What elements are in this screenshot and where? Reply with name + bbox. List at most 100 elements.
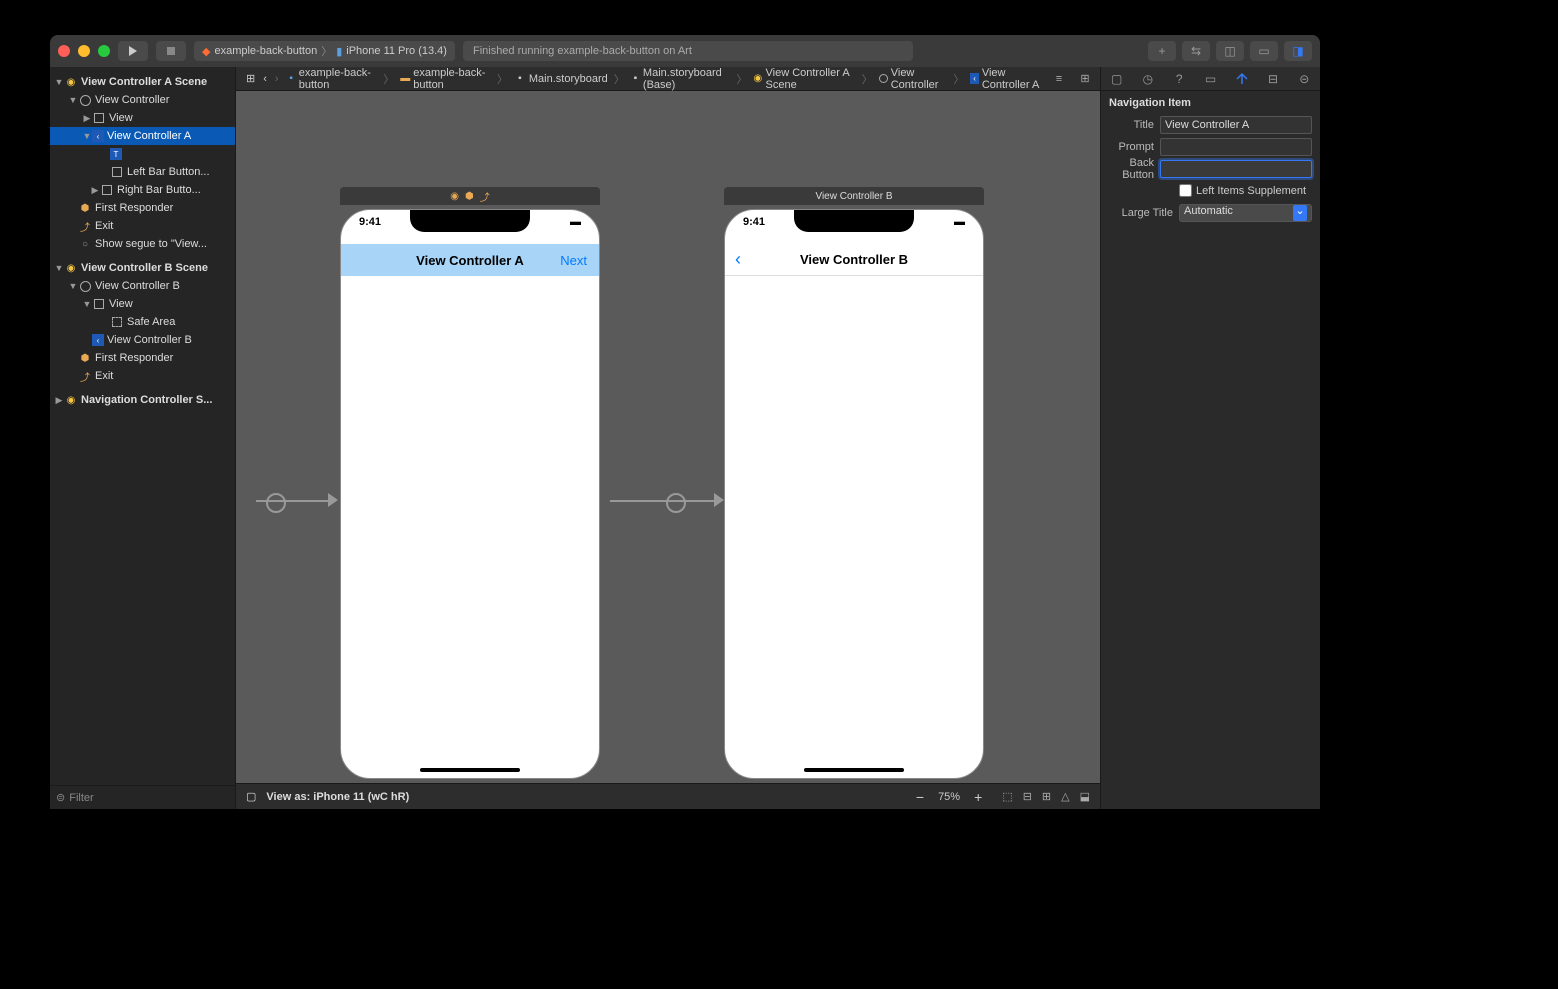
back-chevron-icon[interactable]: ‹: [735, 249, 741, 270]
minimize-window-button[interactable]: [78, 45, 90, 57]
library-button[interactable]: +: [1148, 41, 1176, 61]
traffic-lights: [58, 45, 110, 57]
outline-exit-b[interactable]: ⤴Exit: [50, 367, 235, 385]
device-icon: ▮: [336, 45, 342, 58]
resolve-button[interactable]: △: [1061, 790, 1069, 803]
outline-vc-b[interactable]: ▼View Controller B: [50, 277, 235, 295]
breadcrumb-navitem[interactable]: ‹View Controller A: [966, 67, 1050, 91]
zoom-window-button[interactable]: [98, 45, 110, 57]
largetitle-select[interactable]: Automatic: [1179, 204, 1312, 222]
toggle-inspector-button[interactable]: ◨: [1284, 41, 1312, 61]
outline-view-b[interactable]: ▼View: [50, 295, 235, 313]
toggle-navigator-button[interactable]: ◫: [1216, 41, 1244, 61]
navitem-icon: ‹: [92, 334, 104, 346]
scheme-selector[interactable]: ◆ example-back-button 〉 ▮ iPhone 11 Pro …: [194, 41, 455, 61]
pin-button[interactable]: ⊞: [1042, 790, 1051, 803]
view-icon: [92, 297, 106, 311]
file-icon: ▪: [287, 73, 296, 85]
breadcrumb-vc[interactable]: View Controller: [875, 67, 952, 91]
outline-view-a[interactable]: ▶View: [50, 109, 235, 127]
outline-leftbar[interactable]: Left Bar Button...: [50, 163, 235, 181]
outline-segue[interactable]: ○Show segue to "View...: [50, 235, 235, 253]
leftitems-label: Left Items Supplement: [1196, 185, 1306, 197]
storyboard-icon: ▪: [631, 73, 640, 85]
outline-filter[interactable]: ⊜ Filter: [50, 785, 235, 809]
outline-firstresponder-a[interactable]: ⬢First Responder: [50, 199, 235, 217]
connections-inspector-tab[interactable]: ⊝: [1295, 70, 1313, 88]
scene-dock-a[interactable]: ◉ ⬢ ⤴: [340, 187, 600, 205]
size-inspector-tab[interactable]: ⊟: [1264, 70, 1282, 88]
next-button[interactable]: Next: [560, 253, 587, 268]
related-items-button[interactable]: ⊞: [242, 72, 259, 85]
file-inspector-tab[interactable]: ▢: [1108, 70, 1126, 88]
scene-icon: ◉: [753, 73, 762, 85]
firstresponder-dock-icon[interactable]: ⬢: [465, 191, 474, 202]
scheme-project: example-back-button: [214, 45, 317, 57]
exit-icon: ⤴: [78, 369, 92, 383]
battery-icon: ▬: [570, 216, 581, 232]
outline-scene-b[interactable]: ▼◉View Controller B Scene: [50, 259, 235, 277]
breadcrumb-storyboard-base[interactable]: ▪Main.storyboard (Base): [627, 67, 735, 91]
nav-title-a[interactable]: View Controller A: [416, 253, 524, 268]
navitem-icon: ‹: [92, 130, 104, 142]
filter-icon: ⊜: [56, 791, 65, 804]
outline-title-item[interactable]: T: [50, 145, 235, 163]
segue-circle-icon: [666, 493, 686, 513]
navigation-bar-a[interactable]: View Controller A Next: [341, 244, 599, 276]
breadcrumb-scene[interactable]: ◉View Controller A Scene: [749, 67, 859, 91]
adjust-editor-button[interactable]: ≡: [1050, 70, 1068, 88]
outline-vc-a[interactable]: ▼View Controller: [50, 91, 235, 109]
outline-scene-nav[interactable]: ▶◉Navigation Controller S...: [50, 391, 235, 409]
embed-button[interactable]: ⬚: [1002, 790, 1012, 803]
breadcrumb-folder[interactable]: ▬example-back-button: [396, 67, 495, 91]
embed-in-button[interactable]: ⬓: [1080, 790, 1090, 803]
exit-dock-icon[interactable]: ⤴: [480, 189, 490, 204]
viewcontroller-a-canvas[interactable]: ◉ ⬢ ⤴ 9:41 ▬ View Controller A Next: [340, 187, 600, 777]
add-editor-button[interactable]: ⊞: [1076, 70, 1094, 88]
forward-button[interactable]: ›: [271, 73, 283, 85]
help-inspector-tab[interactable]: ?: [1170, 70, 1188, 88]
exit-icon: ⤴: [78, 219, 92, 233]
zoom-out-button[interactable]: −: [916, 789, 924, 805]
outline-navitem-b[interactable]: ‹View Controller B: [50, 331, 235, 349]
viewcontroller-icon: [78, 93, 92, 107]
scene-dock-b[interactable]: View Controller B: [724, 187, 984, 205]
outline-rightbar[interactable]: ▶Right Bar Butto...: [50, 181, 235, 199]
breadcrumb-storyboard[interactable]: ▪Main.storyboard: [510, 73, 612, 85]
identity-inspector-tab[interactable]: ▭: [1201, 70, 1219, 88]
view-as-label[interactable]: View as: iPhone 11 (wC hR): [266, 791, 409, 803]
breadcrumb-project[interactable]: ▪example-back-button: [283, 67, 382, 91]
title-field[interactable]: [1160, 116, 1312, 134]
firstresponder-icon: ⬢: [78, 351, 92, 365]
history-inspector-tab[interactable]: ◷: [1139, 70, 1157, 88]
navigation-bar-b[interactable]: ‹ View Controller B: [725, 244, 983, 276]
stop-button[interactable]: [156, 41, 186, 61]
run-button[interactable]: [118, 41, 148, 61]
zoom-in-button[interactable]: +: [974, 789, 982, 805]
close-window-button[interactable]: [58, 45, 70, 57]
leftitems-checkbox[interactable]: [1179, 184, 1192, 197]
outline-safearea[interactable]: Safe Area: [50, 313, 235, 331]
title-label: Title: [1109, 119, 1160, 131]
viewcontroller-b-canvas[interactable]: View Controller B 9:41 ▬ ‹ View Controll…: [724, 187, 984, 777]
segue-icon: ○: [78, 237, 92, 251]
device-config-button[interactable]: ▢: [246, 790, 256, 803]
zoom-level[interactable]: 75%: [938, 791, 960, 803]
segue-arrow[interactable]: [610, 500, 718, 502]
folder-icon: ▬: [400, 73, 410, 85]
code-review-button[interactable]: ⇆: [1182, 41, 1210, 61]
outline-exit-a[interactable]: ⤴Exit: [50, 217, 235, 235]
document-outline: ▼◉View Controller A Scene ▼View Controll…: [50, 67, 236, 809]
firstresponder-icon: ⬢: [78, 201, 92, 215]
vc-dock-icon[interactable]: ◉: [450, 191, 459, 202]
outline-navitem-a[interactable]: ▼‹View Controller A: [50, 127, 235, 145]
storyboard-canvas[interactable]: ◉ ⬢ ⤴ 9:41 ▬ View Controller A Next: [236, 91, 1100, 783]
backbutton-field[interactable]: [1160, 160, 1312, 178]
back-button[interactable]: ‹: [259, 73, 271, 85]
prompt-field[interactable]: [1160, 138, 1312, 156]
attributes-inspector-tab[interactable]: [1233, 70, 1251, 88]
outline-firstresponder-b[interactable]: ⬢First Responder: [50, 349, 235, 367]
align-button[interactable]: ⊟: [1023, 790, 1032, 803]
outline-scene-a[interactable]: ▼◉View Controller A Scene: [50, 73, 235, 91]
toggle-debug-button[interactable]: ▭: [1250, 41, 1278, 61]
